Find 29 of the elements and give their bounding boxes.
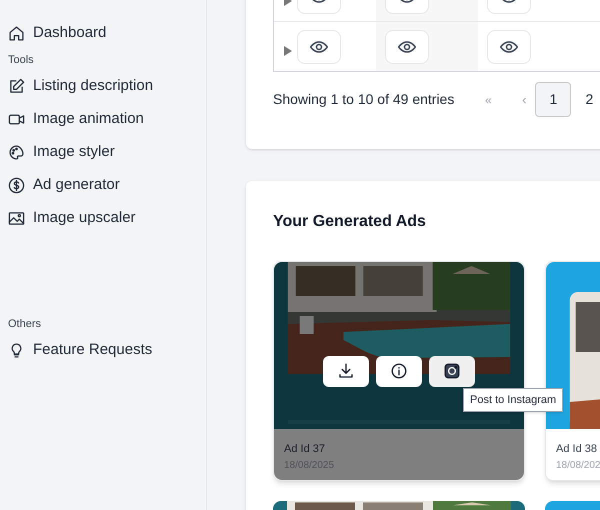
sidebar-link[interactable]: Image styler bbox=[8, 136, 206, 169]
sidebar-link[interactable]: Image upscaler bbox=[8, 202, 206, 235]
tooltip: Post to Instagram bbox=[463, 388, 564, 412]
view-button[interactable] bbox=[385, 30, 429, 64]
sidebar-link[interactable]: Listing description bbox=[8, 70, 206, 103]
view-button[interactable] bbox=[297, 30, 341, 64]
info-icon bbox=[390, 362, 408, 380]
section-label: Tools bbox=[8, 52, 35, 68]
image-icon bbox=[8, 210, 25, 227]
download-icon bbox=[337, 362, 355, 380]
sidebar-link[interactable]: Image animation bbox=[8, 103, 206, 136]
entries-summary: Showing 1 to 10 of 49 entries bbox=[273, 90, 454, 109]
pencil-icon bbox=[8, 78, 25, 95]
dollar-icon bbox=[8, 177, 25, 194]
sidebar-link[interactable]: Feature Requests bbox=[8, 334, 206, 367]
view-button[interactable] bbox=[487, 30, 531, 64]
section-label: Others bbox=[8, 316, 42, 332]
info-button[interactable] bbox=[376, 356, 422, 386]
page-button[interactable]: 1 bbox=[535, 82, 572, 117]
section-title: Your Generated Ads bbox=[273, 212, 427, 232]
page-button[interactable]: 2 bbox=[571, 82, 600, 117]
download-button[interactable] bbox=[323, 356, 369, 386]
sidebar-link[interactable]: Dashboard bbox=[8, 17, 206, 50]
instagram-icon bbox=[443, 362, 461, 380]
palette-icon bbox=[8, 144, 25, 161]
home-icon bbox=[8, 25, 25, 42]
expand-icon[interactable] bbox=[283, 46, 292, 56]
ad-id: Ad Id 37 bbox=[284, 442, 326, 457]
sidebar-link[interactable]: Ad generator bbox=[8, 169, 206, 202]
